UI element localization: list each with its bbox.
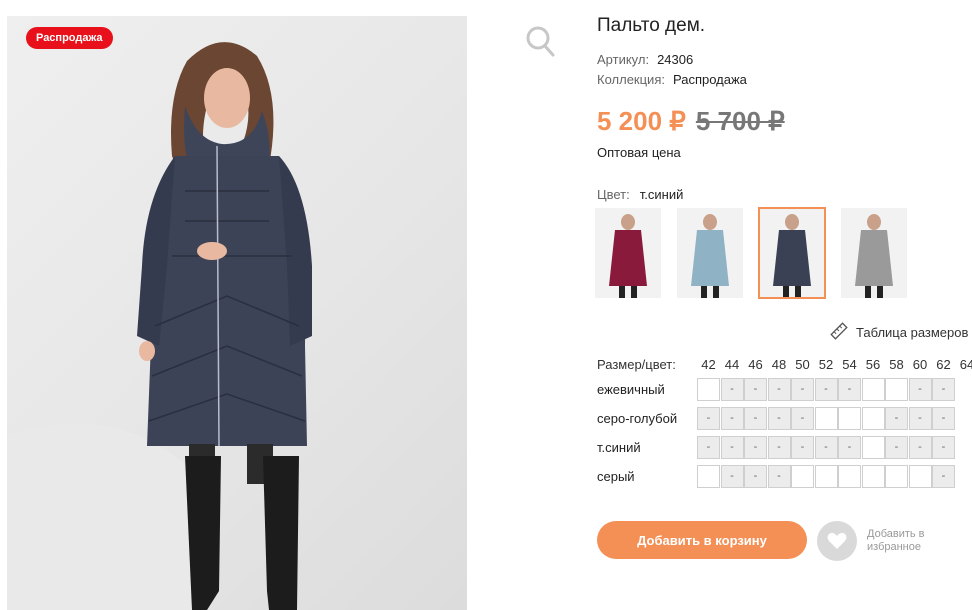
size-cell[interactable] bbox=[885, 465, 908, 488]
add-to-cart-button[interactable]: Добавить в корзину bbox=[597, 521, 807, 559]
size-header: 46 bbox=[748, 357, 763, 372]
swatch-photo bbox=[595, 208, 661, 298]
size-cell: - bbox=[932, 465, 955, 488]
price-current: 5 200 ₽ bbox=[597, 106, 686, 136]
size-cell[interactable] bbox=[814, 465, 838, 488]
color-swatch[interactable] bbox=[677, 208, 743, 298]
size-cell: - bbox=[932, 436, 955, 459]
product-photo[interactable] bbox=[7, 16, 467, 610]
favorite-label-line1: Добавить в bbox=[867, 528, 925, 540]
size-row-label: серо-голубой bbox=[597, 411, 678, 426]
swatch-photo bbox=[759, 208, 825, 298]
favorite-label[interactable]: Добавить в избранное bbox=[867, 528, 947, 554]
size-cell: - bbox=[814, 378, 838, 401]
size-cell: - bbox=[767, 436, 791, 459]
size-row-label: т.синий bbox=[597, 440, 641, 455]
size-chart-link[interactable]: Таблица размеров bbox=[830, 322, 968, 340]
size-cell: - bbox=[744, 378, 767, 401]
size-header: 50 bbox=[795, 357, 810, 372]
sku-value: 24306 bbox=[657, 52, 694, 67]
product-title: Пальто дем. bbox=[597, 15, 706, 36]
favorite-button[interactable] bbox=[817, 521, 857, 561]
size-cell: - bbox=[932, 407, 955, 430]
size-cell: - bbox=[767, 465, 791, 488]
size-cell[interactable] bbox=[697, 465, 720, 488]
size-cell: - bbox=[908, 378, 932, 401]
size-cell: - bbox=[720, 407, 744, 430]
size-cell: - bbox=[767, 407, 791, 430]
size-grid-header: Размер/цвет: bbox=[597, 357, 676, 372]
size-cell: - bbox=[791, 436, 814, 459]
price-row: 5 200 ₽ 5 700 ₽ bbox=[597, 106, 785, 137]
size-cell: - bbox=[908, 436, 932, 459]
size-cell[interactable] bbox=[861, 407, 885, 430]
size-cell: - bbox=[720, 436, 744, 459]
size-cell: - bbox=[791, 407, 814, 430]
color-swatch[interactable] bbox=[841, 208, 907, 298]
search-icon[interactable] bbox=[524, 23, 556, 59]
size-cell[interactable] bbox=[861, 378, 885, 401]
model-illustration bbox=[7, 42, 312, 610]
ruler-icon bbox=[830, 322, 848, 340]
swatch-photo bbox=[677, 208, 743, 298]
size-cell: - bbox=[744, 436, 767, 459]
size-cell: - bbox=[814, 436, 838, 459]
size-cell: - bbox=[767, 378, 791, 401]
size-header: 64 bbox=[959, 357, 972, 372]
size-cell[interactable] bbox=[885, 378, 908, 401]
size-cell: - bbox=[885, 407, 908, 430]
size-cell[interactable] bbox=[861, 465, 885, 488]
size-header: 54 bbox=[842, 357, 857, 372]
size-cell[interactable] bbox=[838, 407, 861, 430]
size-cell[interactable] bbox=[838, 465, 861, 488]
color-swatch[interactable] bbox=[595, 208, 661, 298]
color-swatch[interactable] bbox=[758, 207, 826, 299]
size-header: 56 bbox=[865, 357, 881, 372]
swatch-photo bbox=[841, 208, 907, 298]
color-row: Цвет: т.синий bbox=[597, 187, 683, 202]
size-header: 52 bbox=[818, 357, 834, 372]
size-cell: - bbox=[908, 407, 932, 430]
color-value: т.синий bbox=[639, 187, 684, 202]
size-header: 62 bbox=[936, 357, 951, 372]
wholesale-price-label: Оптовая цена bbox=[597, 145, 681, 160]
sku-label: Артикул: bbox=[597, 52, 650, 67]
size-chart-label: Таблица размеров bbox=[856, 325, 969, 340]
size-header: 58 bbox=[889, 357, 904, 372]
size-cell[interactable] bbox=[814, 407, 838, 430]
size-row-label: серый bbox=[597, 469, 635, 484]
size-cell: - bbox=[838, 436, 861, 459]
price-old: 5 700 ₽ bbox=[695, 106, 785, 136]
size-cell: - bbox=[720, 465, 744, 488]
size-cell[interactable] bbox=[697, 378, 720, 401]
size-header: 42 bbox=[701, 357, 716, 372]
size-cell: - bbox=[697, 436, 720, 459]
favorite-label-line2: избранное bbox=[867, 541, 921, 553]
sku-row: Артикул: 24306 bbox=[597, 52, 693, 67]
size-row-label: ежевичный bbox=[597, 382, 665, 397]
size-cell: - bbox=[744, 465, 767, 488]
size-cell: - bbox=[932, 378, 955, 401]
size-header: 44 bbox=[724, 357, 740, 372]
size-cell[interactable] bbox=[791, 465, 814, 488]
size-cell: - bbox=[720, 378, 744, 401]
size-cell: - bbox=[885, 436, 908, 459]
collection-row: Коллекция: Распродажа bbox=[597, 72, 747, 87]
size-cell: - bbox=[838, 378, 861, 401]
collection-label: Коллекция: bbox=[597, 72, 665, 87]
size-cell[interactable] bbox=[908, 465, 932, 488]
size-cell[interactable] bbox=[861, 436, 885, 459]
heart-icon bbox=[827, 532, 847, 549]
size-cell: - bbox=[697, 407, 720, 430]
color-label: Цвет: bbox=[597, 187, 630, 202]
size-cell: - bbox=[744, 407, 767, 430]
collection-value: Распродажа bbox=[672, 72, 747, 87]
sale-badge: Распродажа bbox=[26, 27, 113, 49]
size-cell: - bbox=[791, 378, 814, 401]
size-header: 60 bbox=[912, 357, 928, 372]
size-header: 48 bbox=[771, 357, 787, 372]
